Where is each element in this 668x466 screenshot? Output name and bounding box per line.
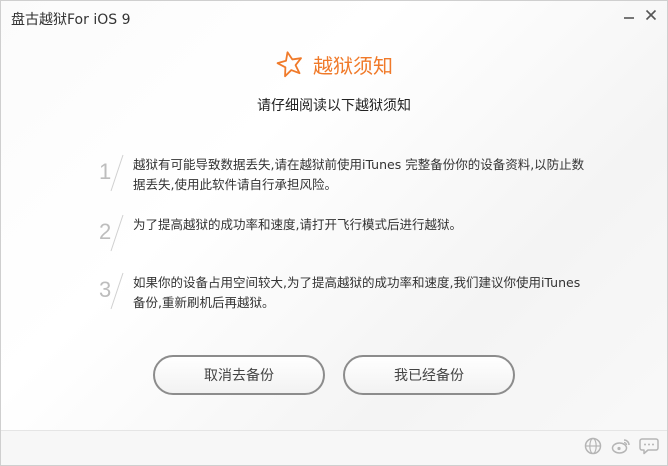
item-number-1: 1 <box>99 154 124 192</box>
star-icon <box>276 51 302 78</box>
item-number-label: 1 <box>99 159 111 184</box>
notice-header: 越狱须知 <box>1 49 667 79</box>
cancel-backup-button[interactable]: 取消去备份 <box>153 355 325 395</box>
notice-text: 为了提高越狱的成功率和速度,请打开飞行模式后进行越狱。 <box>133 217 462 232</box>
notice-item-1: 1 越狱有可能导致数据丢失,请在越狱前使用iTunes 完整备份你的设备资料,以… <box>93 153 593 213</box>
item-number-2: 2 <box>99 214 124 252</box>
window-title: 盘古越狱For iOS 9 <box>11 12 131 28</box>
item-number-label: 3 <box>99 277 111 302</box>
website-button[interactable] <box>583 436 603 456</box>
confirm-backup-button[interactable]: 我已经备份 <box>343 355 515 395</box>
item-number-3: 3 <box>99 272 124 310</box>
notice-subtitle: 请仔细阅读以下越狱须知 <box>257 98 411 114</box>
jailbreak-notice-window: 盘古越狱For iOS 9 越狱须知 请仔细阅读以下越狱须知 1 越狱有可能导致… <box>0 0 668 466</box>
item-number-label: 2 <box>99 219 111 244</box>
notice-list: 1 越狱有可能导致数据丢失,请在越狱前使用iTunes 完整备份你的设备资料,以… <box>93 153 593 331</box>
chat-icon <box>639 438 659 455</box>
title-bar: 盘古越狱For iOS 9 <box>1 1 667 33</box>
chat-button[interactable] <box>639 436 659 456</box>
minimize-button[interactable] <box>621 7 637 23</box>
weibo-button[interactable] <box>611 436 631 456</box>
minimize-icon <box>624 17 634 19</box>
notice-item-2: 2 为了提高越狱的成功率和速度,请打开飞行模式后进行越狱。 <box>93 213 593 271</box>
close-button[interactable] <box>643 7 659 23</box>
notice-text: 越狱有可能导致数据丢失,请在越狱前使用iTunes 完整备份你的设备资料,以防止… <box>133 157 585 192</box>
action-buttons: 取消去备份 我已经备份 <box>1 355 667 395</box>
globe-icon <box>584 437 602 455</box>
window-controls <box>621 7 659 23</box>
close-icon <box>645 9 657 21</box>
weibo-icon <box>611 439 630 454</box>
notice-title: 越狱须知 <box>313 53 393 78</box>
footer-bar <box>1 430 667 465</box>
notice-item-3: 3 如果你的设备占用空间较大,为了提高越狱的成功率和速度,我们建议你使用iTun… <box>93 271 593 331</box>
footer-icons <box>583 436 659 456</box>
notice-text: 如果你的设备占用空间较大,为了提高越狱的成功率和速度,我们建议你使用iTunes… <box>133 275 581 310</box>
